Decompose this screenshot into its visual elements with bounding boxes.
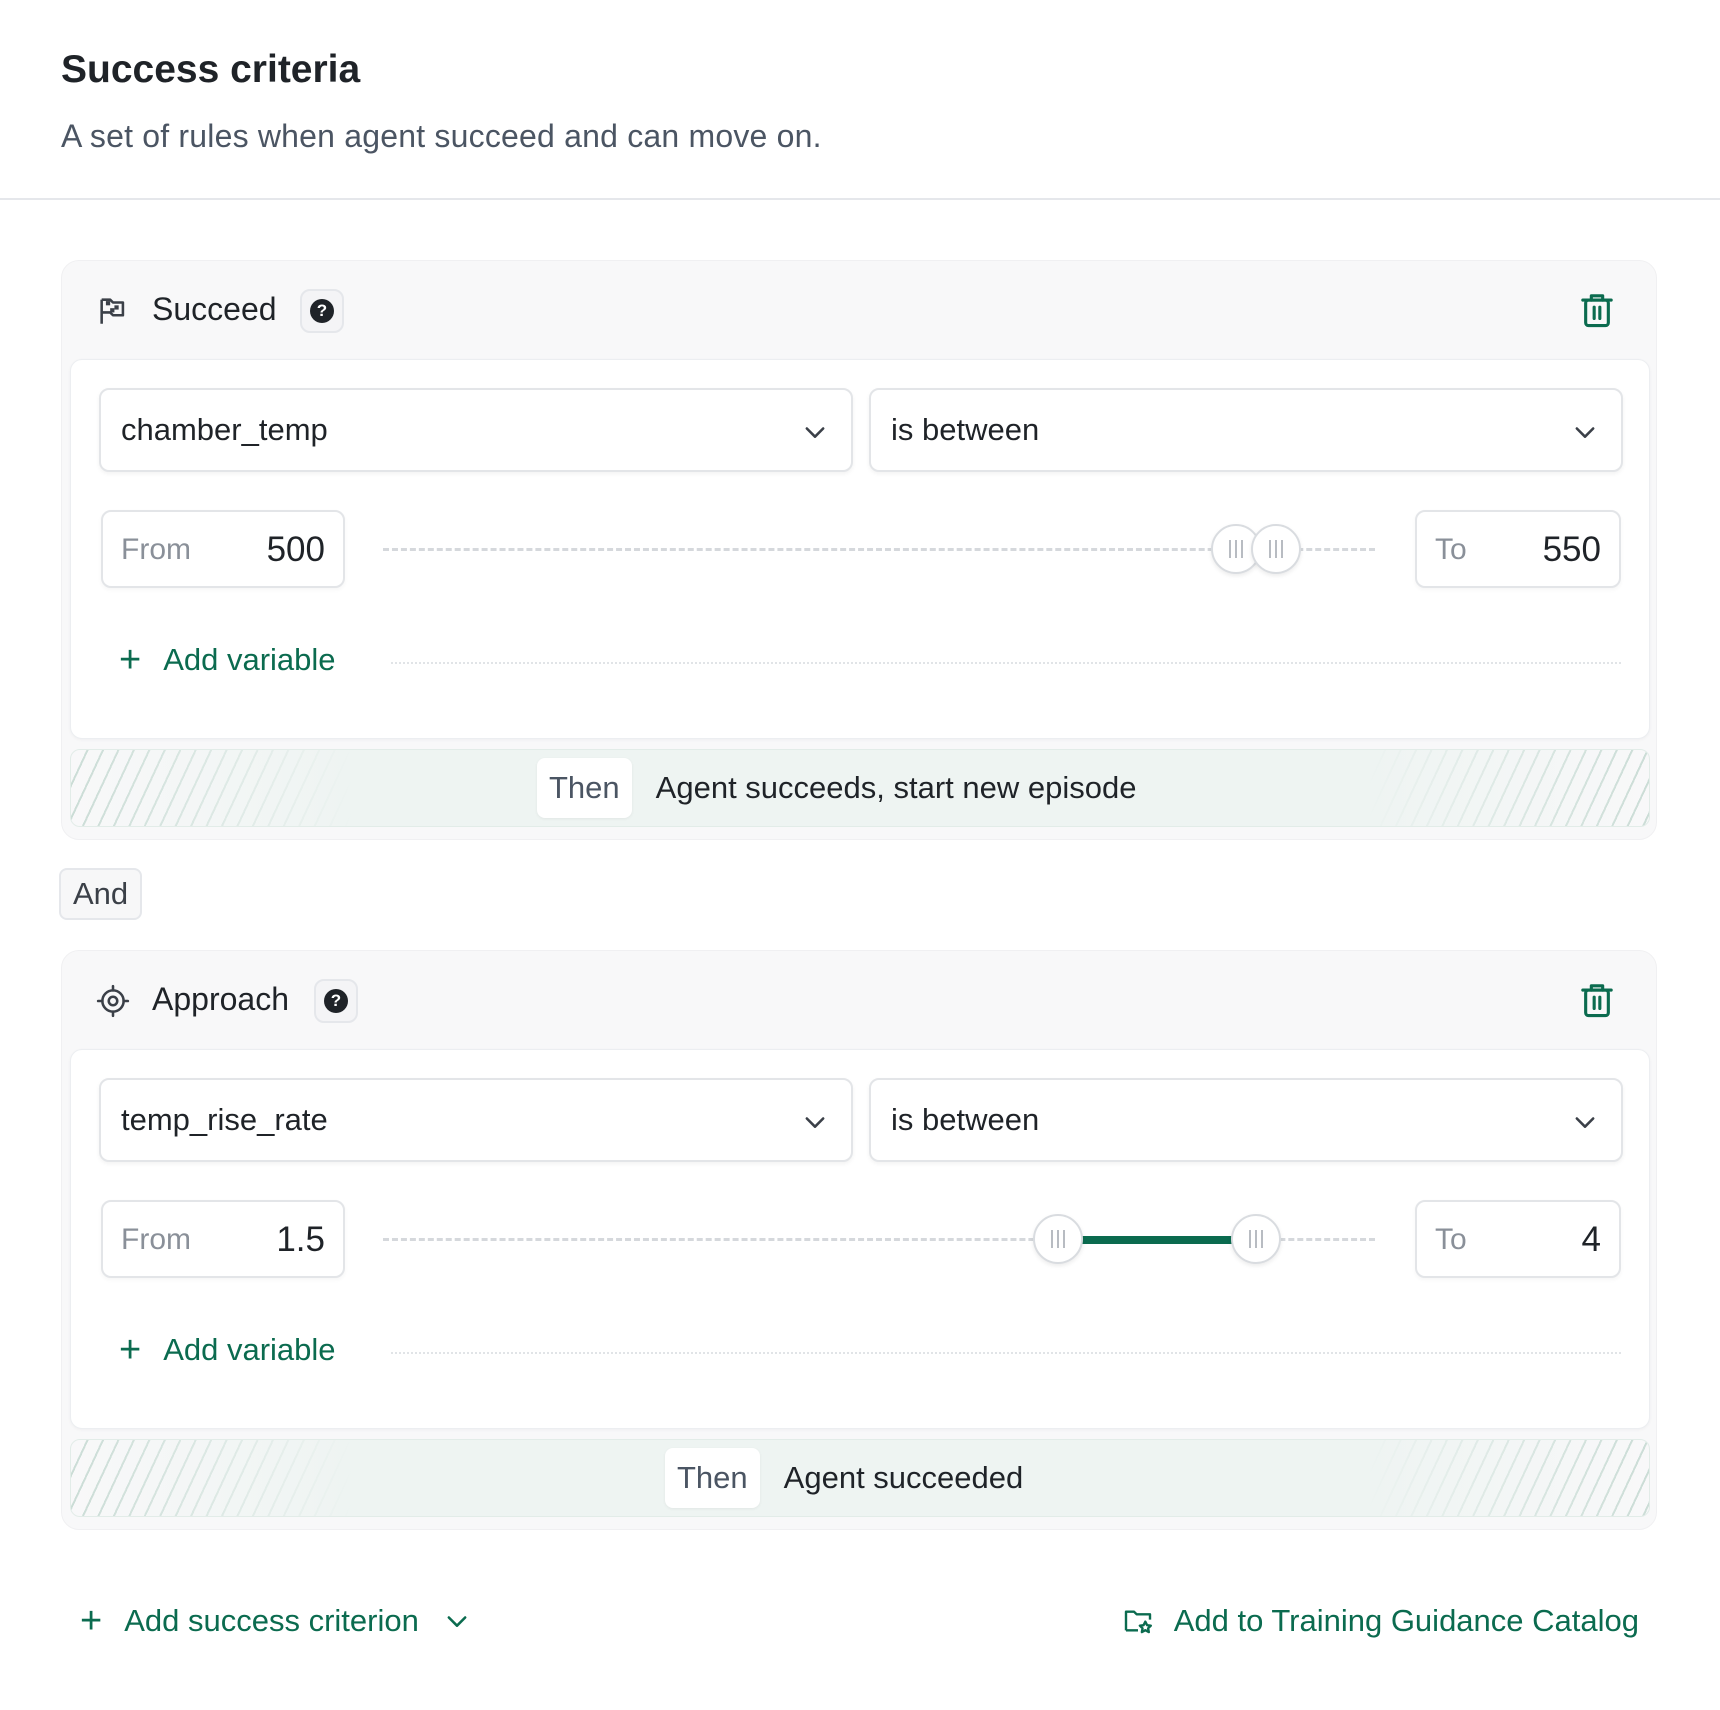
trash-icon[interactable] (1580, 291, 1614, 329)
folder-star-icon (1124, 1610, 1152, 1634)
to-value: 4 (1581, 1220, 1601, 1259)
operator-select[interactable]: is between (869, 388, 1623, 472)
then-chip: Then (665, 1448, 760, 1508)
target-icon (96, 984, 130, 1018)
to-value: 550 (1542, 530, 1601, 569)
from-value: 500 (266, 530, 325, 569)
to-input[interactable]: To 4 (1415, 1200, 1621, 1278)
page-title: Success criteria (61, 48, 361, 91)
condition-panel: temp_rise_rate is between From 1.5 To 4 … (70, 1049, 1650, 1429)
and-connector[interactable]: And (59, 868, 143, 920)
range-slider[interactable] (383, 510, 1375, 588)
then-action-text: Agent succeeds, start new episode (655, 770, 1137, 805)
criterion-card-approach: Approach ? temp_rise_rate is between Fro… (61, 950, 1657, 1530)
criterion-title: Approach (152, 981, 289, 1017)
then-action-bar: Then Agent succeeded (70, 1439, 1650, 1517)
add-variable-label: Add variable (163, 1332, 336, 1367)
plus-icon: + (119, 639, 142, 681)
variable-select[interactable]: temp_rise_rate (99, 1078, 853, 1162)
from-input[interactable]: From 500 (101, 510, 345, 588)
operator-select-value: is between (891, 412, 1040, 447)
divider (391, 662, 1621, 664)
to-label: To (1435, 1223, 1467, 1256)
from-value: 1.5 (276, 1220, 325, 1259)
slider-max-thumb[interactable] (1230, 1214, 1281, 1264)
page-header: Success criteria A set of rules when age… (0, 0, 1720, 200)
slider-fill (1057, 1236, 1256, 1244)
operator-select[interactable]: is between (869, 1078, 1623, 1162)
criterion-header: Approach ? (62, 951, 1656, 1051)
chevron-down-icon (447, 1616, 467, 1627)
help-button[interactable]: ? (300, 289, 344, 333)
range-slider[interactable] (383, 1200, 1375, 1278)
operator-select-value: is between (891, 1102, 1040, 1137)
plus-icon: + (80, 1599, 103, 1642)
help-button[interactable]: ? (314, 979, 358, 1023)
slider-max-thumb[interactable] (1250, 524, 1301, 574)
trash-icon[interactable] (1580, 981, 1614, 1019)
add-to-catalog-button[interactable]: Add to Training Guidance Catalog (1122, 1596, 1639, 1646)
plus-icon: + (119, 1329, 142, 1371)
add-success-criterion-button[interactable]: + Add success criterion (80, 1596, 471, 1646)
from-input[interactable]: From 1.5 (101, 1200, 345, 1278)
flag-icon (100, 298, 125, 324)
question-icon: ? (324, 989, 348, 1013)
page-subtitle: A set of rules when agent succeed and ca… (61, 118, 822, 154)
to-input[interactable]: To 550 (1415, 510, 1621, 588)
add-variable-button[interactable]: + Add variable (119, 638, 336, 682)
divider (391, 1352, 1621, 1354)
criterion-header: Succeed ? (62, 261, 1656, 361)
variable-select-value: temp_rise_rate (121, 1102, 328, 1137)
add-to-catalog-label: Add to Training Guidance Catalog (1173, 1603, 1639, 1638)
condition-panel: chamber_temp is between From 500 To 550 … (70, 359, 1650, 739)
from-label: From (121, 533, 191, 566)
variable-select[interactable]: chamber_temp (99, 388, 853, 472)
add-variable-label: Add variable (163, 642, 336, 677)
chevron-down-icon (805, 1117, 825, 1128)
slider-min-thumb[interactable] (1032, 1214, 1083, 1264)
chevron-down-icon (1575, 1117, 1595, 1128)
variable-select-value: chamber_temp (121, 412, 328, 447)
chevron-down-icon (1575, 427, 1595, 438)
add-variable-button[interactable]: + Add variable (119, 1328, 336, 1372)
chevron-down-icon (805, 427, 825, 438)
add-success-criterion-label: Add success criterion (124, 1603, 419, 1638)
from-label: From (121, 1223, 191, 1256)
question-icon: ? (310, 299, 334, 323)
criterion-title: Succeed (152, 291, 277, 327)
then-action-bar: Then Agent succeeds, start new episode (70, 749, 1650, 827)
then-action-text: Agent succeeded (783, 1460, 1024, 1495)
to-label: To (1435, 533, 1467, 566)
criterion-card-succeed: Succeed ? chamber_temp is between From 5… (61, 260, 1657, 840)
then-chip: Then (537, 758, 632, 818)
